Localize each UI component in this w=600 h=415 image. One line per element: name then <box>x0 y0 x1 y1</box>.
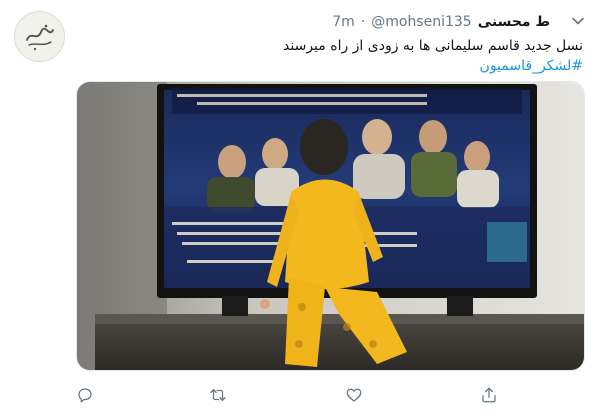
more-options-button[interactable] <box>569 12 587 30</box>
tweet-actions <box>0 384 600 406</box>
author-handle[interactable]: @mohseni135 <box>371 14 471 30</box>
retweet-button[interactable] <box>207 384 229 406</box>
avatar-calligraphy-icon <box>15 12 64 61</box>
share-button[interactable] <box>478 384 500 406</box>
tweet-photo[interactable] <box>76 81 585 371</box>
tweet-card[interactable]: ط محسنی @mohseni135 · 7m نسل جدید قاسم س… <box>0 0 600 415</box>
tweet-timestamp[interactable]: 7m <box>332 14 355 30</box>
share-icon <box>482 387 496 403</box>
tweet-text: نسل جدید قاسم سلیمانی ها به زودی از راه … <box>83 36 583 76</box>
chevron-down-icon <box>572 17 584 25</box>
hashtag-link[interactable]: #لشکر_قاسمیون <box>480 58 583 74</box>
tweet-text-line: نسل جدید قاسم سلیمانی ها به زودی از راه … <box>283 38 583 54</box>
reply-icon <box>78 388 92 403</box>
header-separator: · <box>360 14 366 30</box>
photo-child-watching-tv <box>77 82 584 370</box>
tweet-header: ط محسنی @mohseni135 · 7m <box>332 12 550 32</box>
retweet-icon <box>210 389 226 401</box>
avatar[interactable] <box>14 11 65 62</box>
like-button[interactable] <box>343 384 365 406</box>
reply-button[interactable] <box>74 384 96 406</box>
author-display-name[interactable]: ط محسنی <box>478 14 550 30</box>
heart-icon <box>346 388 362 402</box>
